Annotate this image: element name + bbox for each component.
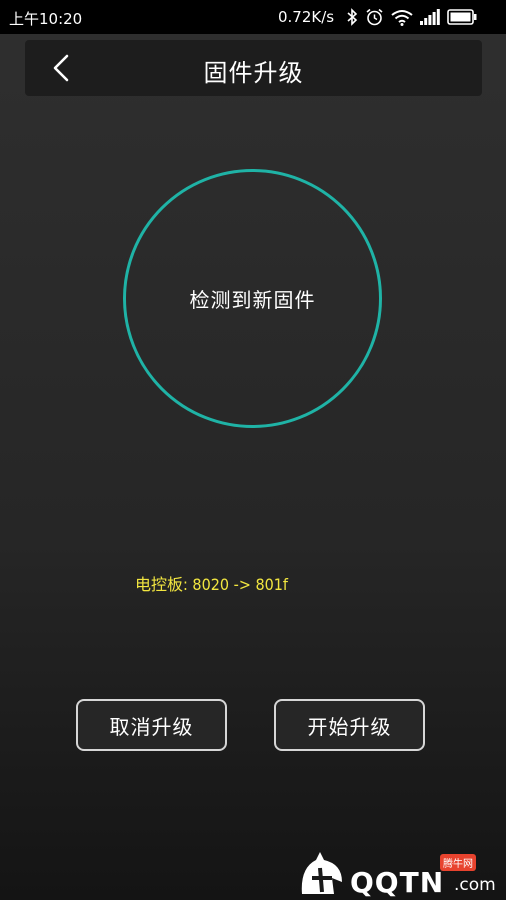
watermark-tag: 腾牛网 — [440, 854, 476, 871]
screen: 上午10:20 0.72K/s 固件升级 检测到新固件 电控板: 8020 ->… — [0, 0, 506, 900]
page-title: 固件升级 — [203, 59, 304, 87]
battery-icon — [447, 9, 477, 25]
bluetooth-icon — [347, 8, 358, 26]
status-bar: 上午10:20 0.72K/s — [0, 0, 506, 34]
watermark-logo-icon — [301, 852, 342, 894]
status-icons — [346, 5, 477, 29]
top-bar: 固件升级 — [25, 40, 482, 96]
start-upgrade-button[interactable]: 开始升级 — [274, 699, 425, 751]
version-info: 电控板: 8020 -> 801f — [135, 575, 288, 594]
status-ring: 检测到新固件 — [123, 169, 382, 428]
alarm-icon — [366, 8, 383, 26]
cancel-upgrade-button[interactable]: 取消升级 — [76, 699, 227, 751]
signal-icon — [420, 9, 440, 25]
watermark: QQTN .com 腾牛网 — [296, 848, 504, 899]
wifi-icon — [391, 9, 413, 26]
status-net-speed: 0.72K/s — [278, 8, 335, 26]
watermark-suffix: .com — [454, 875, 496, 895]
status-message: 检测到新固件 — [189, 288, 316, 312]
watermark-brand: QQTN — [350, 866, 445, 899]
status-time: 上午10:20 — [9, 10, 83, 28]
